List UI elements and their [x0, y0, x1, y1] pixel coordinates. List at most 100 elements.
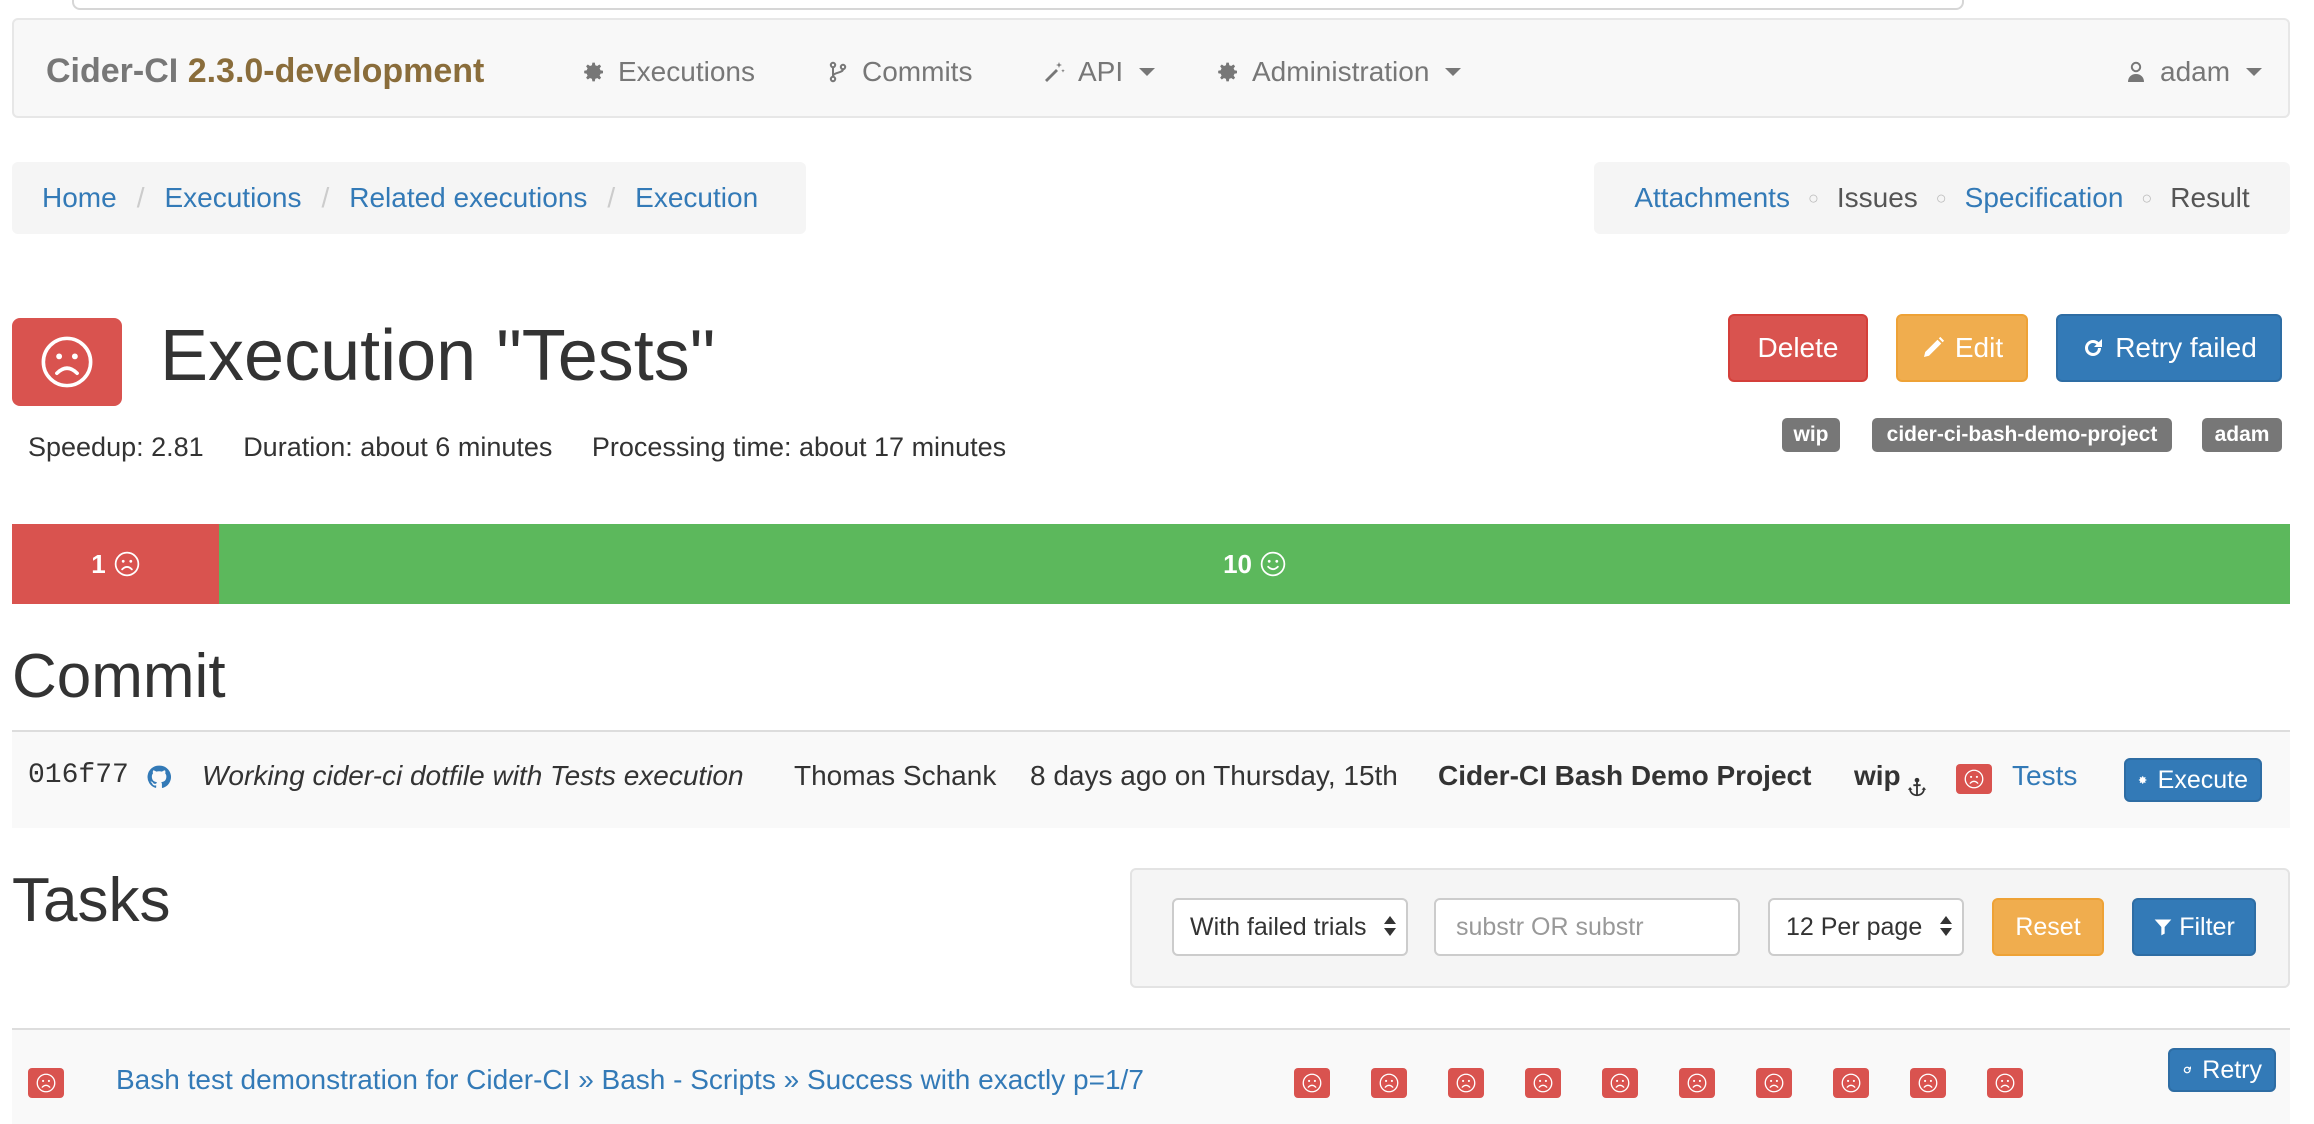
commit-sha[interactable]: 016f77: [28, 760, 129, 791]
filter-icon: [2154, 919, 2172, 936]
execution-subnav: Attachments ○ Issues ○ Specification ○ R…: [1594, 162, 2290, 234]
sad-face-icon: [1533, 1073, 1553, 1093]
sad-face-icon: [114, 551, 140, 577]
reset-button[interactable]: Reset: [1992, 898, 2104, 956]
nav-executions-label: Executions: [618, 56, 755, 87]
nav-executions[interactable]: Executions: [582, 56, 755, 88]
task-search-input[interactable]: [1434, 898, 1740, 956]
refresh-icon: [2085, 339, 2103, 356]
select-arrows-icon: [1940, 916, 1952, 940]
breadcrumb-execution[interactable]: Execution: [635, 182, 758, 214]
retry-task-button-label: Retry: [2202, 1055, 2262, 1084]
gear-icon: [582, 60, 606, 84]
page-title: Execution "Tests": [160, 316, 716, 396]
sad-face-icon: [40, 335, 94, 389]
processing-time-stat: Processing time: about 17 minutes: [591, 432, 1007, 462]
trial-failed-badge[interactable]: [1833, 1068, 1869, 1098]
trial-state-select[interactable]: With failed trials: [1172, 898, 1408, 956]
edit-button[interactable]: Edit: [1896, 314, 2028, 382]
task-name-link[interactable]: Bash test demonstration for Cider-CI » B…: [116, 1064, 1144, 1096]
branch-icon: [829, 61, 847, 83]
tasks-heading: Tasks: [12, 866, 171, 935]
commit-branch: wip: [1854, 760, 1901, 791]
sad-face-icon: [1610, 1073, 1630, 1093]
failed-count: 1: [91, 548, 106, 579]
trial-failed-badge[interactable]: [1525, 1068, 1561, 1098]
trial-failed-badge[interactable]: [1294, 1068, 1330, 1098]
top-navbar: Cider-CI 2.3.0-development Executions Co…: [12, 18, 2290, 118]
brand-name: Cider-CI: [46, 52, 179, 90]
trial-failed-badge[interactable]: [1910, 1068, 1946, 1098]
duration-stat: Duration: about 6 minutes: [243, 432, 553, 462]
sad-face-icon: [1918, 1073, 1938, 1093]
result-progress-bar: 1 10: [12, 524, 2290, 604]
filter-button[interactable]: Filter: [2132, 898, 2256, 956]
retry-task-button[interactable]: Retry: [2168, 1048, 2276, 1092]
progress-failed-segment[interactable]: 1: [12, 524, 220, 604]
sad-face-icon: [1841, 1073, 1861, 1093]
user-icon: [2128, 61, 2144, 82]
select-arrows-icon: [1384, 916, 1396, 940]
subnav-result: Result: [2170, 182, 2250, 213]
speedup-stat: Speedup: 2.81: [28, 432, 204, 462]
commit-author: Thomas Schank: [794, 760, 997, 791]
tag-label: adam: [2202, 418, 2282, 452]
user-menu-dropdown[interactable]: adam: [2124, 56, 2263, 88]
trial-failed-badge[interactable]: [1987, 1068, 2023, 1098]
task-row: Bash test demonstration for Cider-CI » B…: [12, 1028, 2290, 1124]
sad-face-icon: [1379, 1073, 1399, 1093]
subnav-issues: Issues: [1836, 182, 1918, 213]
trial-failed-badge[interactable]: [1602, 1068, 1638, 1098]
nav-api-label: API: [1078, 56, 1124, 87]
breadcrumb-related-executions[interactable]: Related executions: [349, 182, 587, 214]
trial-failed-badge[interactable]: [1448, 1068, 1484, 1098]
subnav-specification[interactable]: Specification: [1965, 182, 2124, 214]
nav-api-dropdown[interactable]: API: [1042, 56, 1156, 88]
sad-face-icon: [1964, 769, 1984, 789]
sad-face-icon: [1764, 1073, 1784, 1093]
retry-failed-button-label: Retry failed: [2115, 332, 2257, 363]
sad-face-icon: [36, 1073, 56, 1093]
progress-passed-segment[interactable]: 10: [219, 524, 2290, 604]
breadcrumb-separator: /: [136, 182, 145, 213]
breadcrumb: Home / Executions / Related executions /…: [12, 162, 806, 234]
nav-commits[interactable]: Commits: [826, 56, 972, 88]
delete-button-label: Delete: [1757, 332, 1839, 363]
brand-version: 2.3.0-development: [187, 52, 485, 90]
trial-state-select-value: With failed trials: [1190, 912, 1367, 941]
anchor-icon: [1907, 777, 1927, 797]
trial-failed-badge[interactable]: [1756, 1068, 1792, 1098]
github-icon[interactable]: [146, 764, 172, 790]
trial-failed-badge[interactable]: [1679, 1068, 1715, 1098]
sad-face-icon: [1995, 1073, 2015, 1093]
chevron-down-icon: [2246, 68, 2263, 76]
subnav-attachments[interactable]: Attachments: [1634, 182, 1790, 214]
per-page-select[interactable]: 12 Per page: [1768, 898, 1964, 956]
brand-logo[interactable]: Cider-CI 2.3.0-development: [46, 52, 484, 91]
task-status-badge: [28, 1068, 64, 1098]
commit-heading: Commit: [12, 642, 226, 711]
subnav-separator: ○: [1935, 187, 1947, 208]
execution-stats: Speedup: 2.81 Duration: about 6 minutes …: [28, 432, 1038, 463]
gear-icon: [1216, 60, 1240, 84]
nav-administration-label: Administration: [1252, 56, 1430, 87]
execute-button[interactable]: Execute: [2124, 758, 2262, 802]
trial-failed-badge[interactable]: [1371, 1068, 1407, 1098]
magic-wand-icon: [1045, 62, 1065, 82]
breadcrumb-home[interactable]: Home: [42, 182, 117, 214]
commit-execution-link[interactable]: Tests: [2012, 760, 2077, 792]
browser-url-bar-edge: [72, 0, 1964, 10]
reset-button-label: Reset: [2015, 912, 2081, 941]
gear-icon: [2138, 770, 2148, 790]
breadcrumb-executions[interactable]: Executions: [164, 182, 301, 214]
chevron-down-icon: [1139, 68, 1156, 76]
retry-failed-button[interactable]: Retry failed: [2056, 314, 2282, 382]
sad-face-icon: [1302, 1073, 1322, 1093]
happy-face-icon: [1260, 551, 1286, 577]
user-name: adam: [2160, 56, 2231, 87]
per-page-select-value: 12 Per page: [1786, 912, 1923, 941]
edit-button-label: Edit: [1954, 332, 2004, 363]
filter-button-label: Filter: [2179, 912, 2235, 941]
delete-button[interactable]: Delete: [1728, 314, 1868, 382]
nav-administration-dropdown[interactable]: Administration: [1216, 56, 1462, 88]
